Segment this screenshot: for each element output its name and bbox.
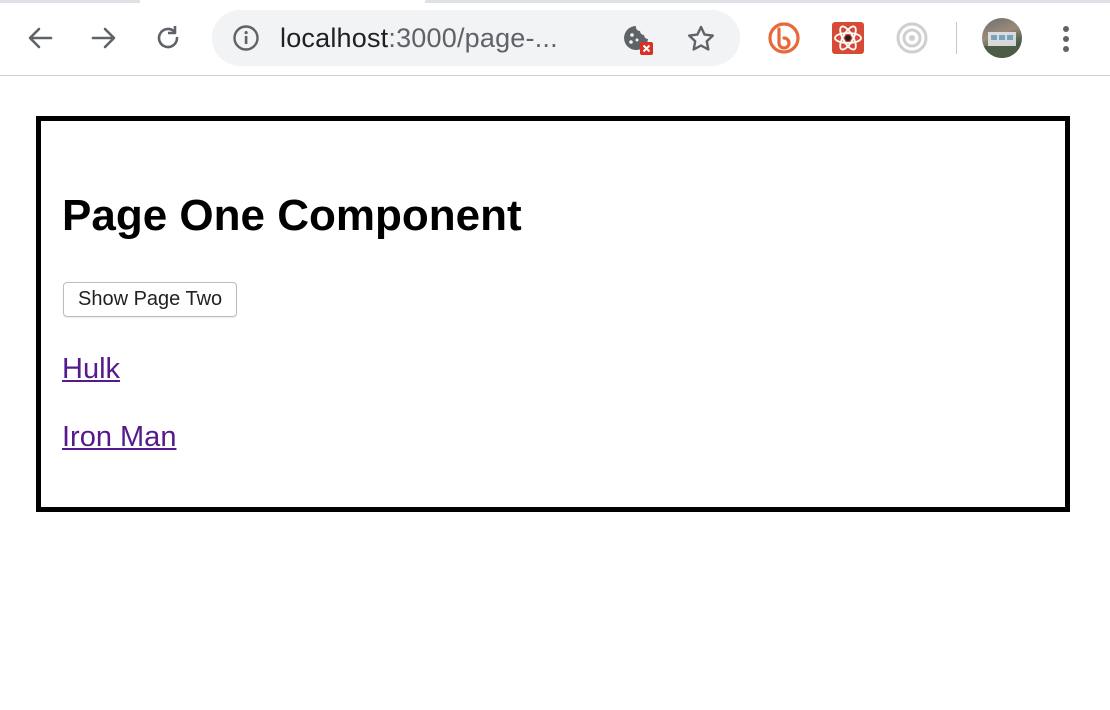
forward-arrow-icon[interactable] [84, 18, 124, 58]
show-page-two-button[interactable]: Show Page Two [63, 282, 238, 317]
url-text[interactable]: localhost:3000/page-... [280, 23, 558, 53]
url-path: :3000/page-... [388, 23, 558, 53]
reload-icon[interactable] [148, 18, 188, 58]
info-icon[interactable] [232, 24, 260, 52]
url-host: localhost [280, 23, 389, 53]
link-iron-man[interactable]: Iron Man [62, 420, 176, 454]
react-devtools-extension-icon[interactable] [830, 20, 866, 56]
tabstrip-edge [0, 0, 140, 3]
blocked-cookie-icon[interactable] [622, 23, 656, 57]
browser-toolbar: localhost:3000/page-... [0, 0, 1110, 76]
bookmark-star-icon[interactable] [686, 24, 716, 54]
toolbar-separator [956, 22, 957, 54]
target-extension-icon[interactable] [894, 20, 930, 56]
link-hulk[interactable]: Hulk [62, 352, 120, 386]
page-title: Page One Component [62, 191, 522, 240]
tabstrip-edge [425, 0, 1110, 3]
bitly-extension-icon[interactable] [766, 20, 802, 56]
page-one-component: Page One Component Show Page Two Hulk Ir… [36, 116, 1070, 512]
profile-avatar[interactable] [982, 18, 1022, 58]
back-arrow-icon[interactable] [20, 18, 60, 58]
address-bar[interactable]: localhost:3000/page-... [212, 10, 740, 66]
kebab-menu-icon[interactable] [1054, 22, 1078, 56]
